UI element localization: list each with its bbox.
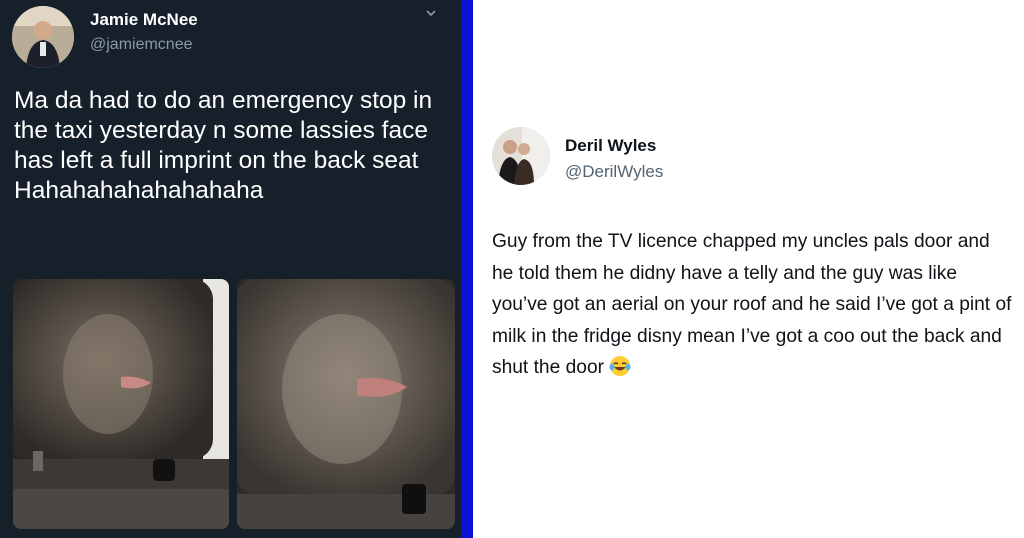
avatar[interactable] <box>492 127 550 185</box>
tweet-photo[interactable] <box>237 279 455 529</box>
display-name[interactable]: Jamie McNee <box>90 10 198 30</box>
right-tweet: Deril Wyles @DerilWyles Guy from the TV … <box>473 0 1024 538</box>
left-tweet: Jamie McNee @jamiemcnee Ma da had to do … <box>0 0 461 538</box>
avatar[interactable] <box>12 6 74 68</box>
chevron-down-icon[interactable] <box>422 6 440 24</box>
tweet-photo[interactable] <box>13 279 229 529</box>
user-handle[interactable]: @DerilWyles <box>565 162 663 182</box>
tweet-text: Ma da had to do an emergency stop in the… <box>14 87 433 204</box>
display-name[interactable]: Deril Wyles <box>565 136 656 156</box>
user-handle[interactable]: @jamiemcnee <box>90 36 193 54</box>
face-with-tears-of-joy-icon <box>609 355 631 377</box>
tweet-text-content: Guy from the TV licence chapped my uncle… <box>492 231 1012 378</box>
tweet-text: Guy from the TV licence chapped my uncle… <box>492 226 1012 384</box>
divider <box>461 0 473 538</box>
